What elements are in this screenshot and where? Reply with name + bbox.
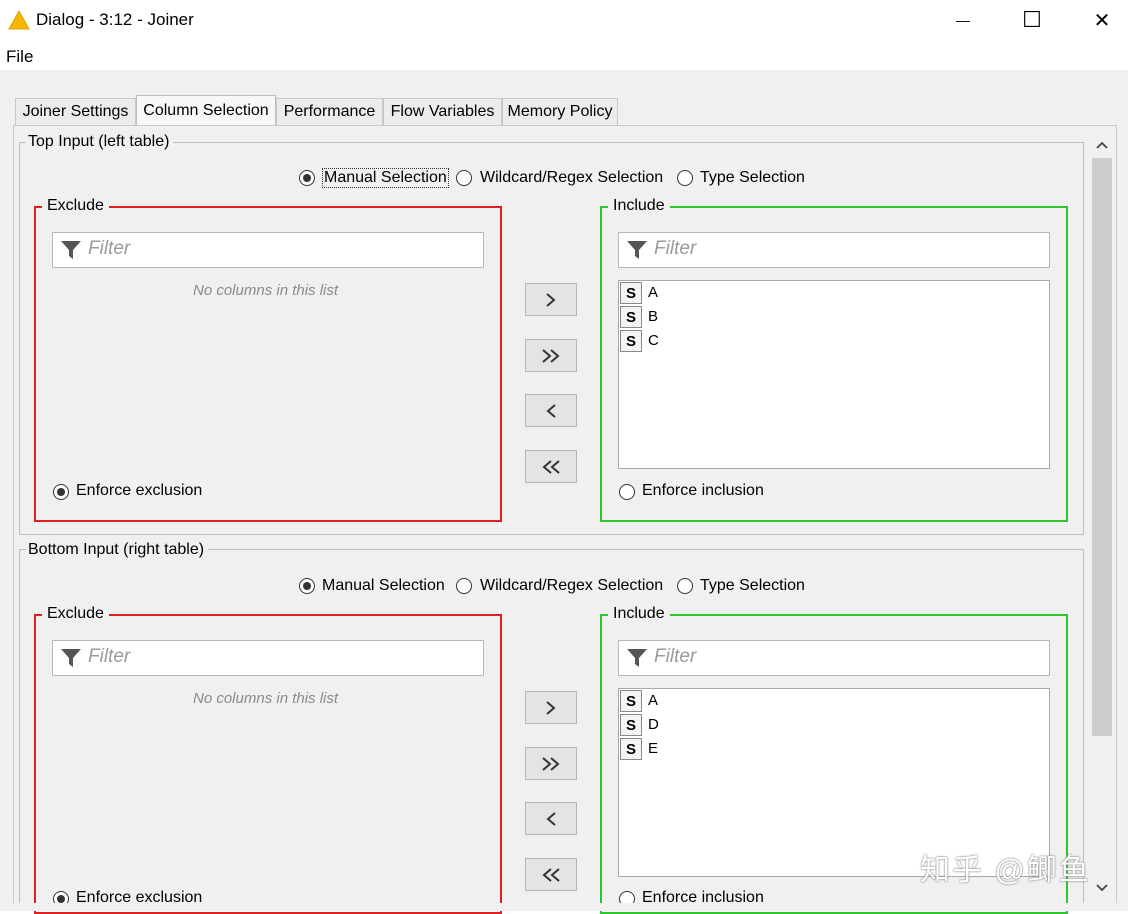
scroll-down-icon[interactable] xyxy=(1090,877,1114,899)
scrollbar-thumb[interactable] xyxy=(1092,158,1112,736)
tab-column-selection[interactable]: Column Selection xyxy=(136,95,276,126)
tab-flow-variables[interactable]: Flow Variables xyxy=(383,98,502,125)
menu-bar xyxy=(0,44,1128,70)
minimize-button[interactable]: — xyxy=(940,0,986,40)
top-wildcard-radio[interactable] xyxy=(456,170,472,186)
maximize-icon: ☐ xyxy=(1022,7,1042,32)
list-item[interactable]: C xyxy=(648,332,659,349)
tab-joiner-settings[interactable]: Joiner Settings xyxy=(15,98,136,125)
bottom-wildcard-radio[interactable] xyxy=(456,578,472,594)
double-chevron-right-icon xyxy=(542,348,560,363)
top-enforce-exclusion-label[interactable]: Enforce exclusion xyxy=(76,482,202,500)
bottom-remove-all-button[interactable] xyxy=(525,858,577,891)
knime-warning-icon xyxy=(8,10,30,30)
close-icon: ✕ xyxy=(1093,9,1111,32)
string-type-icon: S xyxy=(620,738,642,760)
bottom-type-selection-radio[interactable] xyxy=(677,578,693,594)
list-item[interactable]: A xyxy=(648,692,658,709)
bottom-add-button[interactable] xyxy=(525,691,577,724)
filter-icon xyxy=(61,649,81,667)
bottom-exclude-empty-message: No columns in this list xyxy=(193,690,339,707)
top-input-title: Top Input (left table) xyxy=(26,133,174,151)
filter-icon xyxy=(61,241,81,259)
filter-icon xyxy=(627,649,647,667)
bottom-manual-selection-label[interactable]: Manual Selection xyxy=(322,577,445,595)
bottom-wildcard-label[interactable]: Wildcard/Regex Selection xyxy=(480,577,663,595)
top-include-title: Include xyxy=(608,197,670,215)
top-type-selection-label[interactable]: Type Selection xyxy=(700,169,805,187)
bottom-edge xyxy=(13,903,1117,911)
bottom-add-all-button[interactable] xyxy=(525,747,577,780)
minimize-icon: — xyxy=(956,12,970,28)
top-manual-selection-radio[interactable] xyxy=(299,170,315,186)
top-exclude-filter-placeholder: Filter xyxy=(88,238,131,259)
maximize-button[interactable]: ☐ xyxy=(1009,0,1055,40)
bottom-remove-button[interactable] xyxy=(525,802,577,835)
top-enforce-exclusion-radio[interactable] xyxy=(53,484,69,500)
string-type-icon: S xyxy=(620,330,642,352)
window-title: Dialog - 3:12 - Joiner xyxy=(36,10,194,29)
chevron-right-icon xyxy=(546,292,556,307)
string-type-icon: S xyxy=(620,306,642,328)
bottom-exclude-filter-placeholder: Filter xyxy=(88,646,131,667)
top-include-filter-placeholder: Filter xyxy=(654,238,697,259)
chevron-left-icon xyxy=(546,811,556,826)
string-type-icon: S xyxy=(620,690,642,712)
string-type-icon: S xyxy=(620,714,642,736)
top-exclude-empty-message: No columns in this list xyxy=(193,282,339,299)
scroll-up-icon[interactable] xyxy=(1090,134,1114,156)
list-item[interactable]: B xyxy=(648,308,658,325)
bottom-exclude-title: Exclude xyxy=(42,605,109,623)
string-type-icon: S xyxy=(620,282,642,304)
tab-performance[interactable]: Performance xyxy=(276,98,383,125)
top-remove-button[interactable] xyxy=(525,394,577,427)
top-exclude-title: Exclude xyxy=(42,197,109,215)
double-chevron-right-icon xyxy=(542,756,560,771)
top-enforce-inclusion-label[interactable]: Enforce inclusion xyxy=(642,482,764,500)
top-add-button[interactable] xyxy=(525,283,577,316)
menu-file[interactable]: File xyxy=(6,47,33,67)
top-add-all-button[interactable] xyxy=(525,339,577,372)
bottom-include-filter-placeholder: Filter xyxy=(654,646,697,667)
bottom-type-selection-label[interactable]: Type Selection xyxy=(700,577,805,595)
chevron-right-icon xyxy=(546,700,556,715)
close-button[interactable]: ✕ xyxy=(1079,0,1125,40)
double-chevron-left-icon xyxy=(542,459,560,474)
list-item[interactable]: D xyxy=(648,716,659,733)
chevron-left-icon xyxy=(546,403,556,418)
filter-icon xyxy=(627,241,647,259)
top-wildcard-label[interactable]: Wildcard/Regex Selection xyxy=(480,169,663,187)
top-remove-all-button[interactable] xyxy=(525,450,577,483)
watermark: 知乎 @鲫鱼 xyxy=(920,854,1091,887)
top-include-list[interactable] xyxy=(618,280,1050,469)
top-type-selection-radio[interactable] xyxy=(677,170,693,186)
list-item[interactable]: A xyxy=(648,284,658,301)
bottom-include-title: Include xyxy=(608,605,670,623)
bottom-input-title: Bottom Input (right table) xyxy=(26,541,209,559)
bottom-manual-selection-radio[interactable] xyxy=(299,578,315,594)
double-chevron-left-icon xyxy=(542,867,560,882)
list-item[interactable]: E xyxy=(648,740,658,757)
tab-memory-policy[interactable]: Memory Policy xyxy=(502,98,618,125)
top-manual-selection-label[interactable]: Manual Selection xyxy=(322,168,449,188)
top-enforce-inclusion-radio[interactable] xyxy=(619,484,635,500)
